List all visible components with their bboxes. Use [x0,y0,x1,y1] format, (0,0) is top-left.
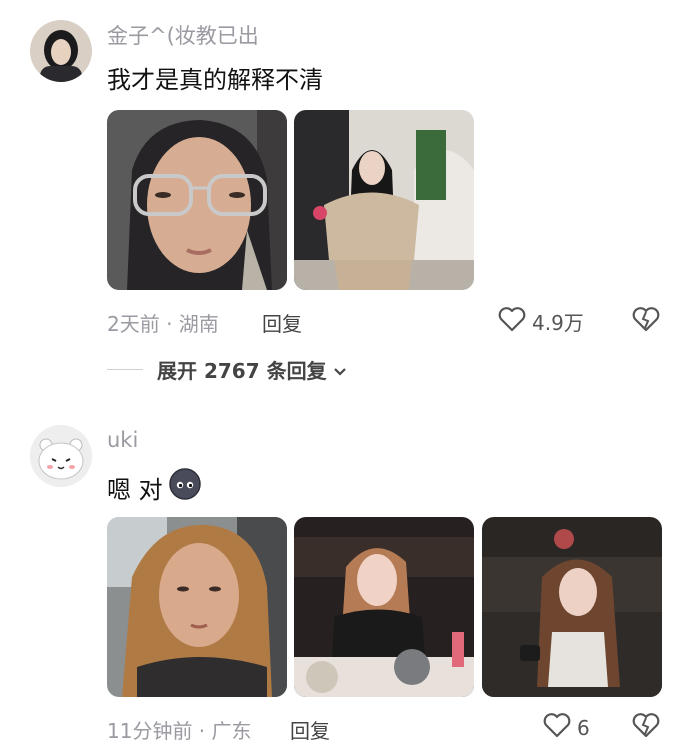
username[interactable]: uki [107,428,138,452]
emoji-icon [168,468,201,506]
broken-heart-icon [632,307,660,336]
comment-text-value: 嗯 对 [107,475,163,504]
comment-text: 嗯 对 [107,468,201,506]
dislike-button[interactable] [632,712,660,742]
reply-button[interactable]: 回复 [290,715,330,744]
comment-meta: 2天前 · 湖南 [107,312,219,336]
username[interactable]: 金子^(妆教已出 [107,20,259,50]
like-button[interactable]: 6 [543,712,590,743]
comment-text: 我才是真的解释不清 [107,66,323,94]
comment-photo-5[interactable] [482,517,662,697]
comment-photo-1[interactable] [107,110,287,290]
expand-replies-label: 展开 2767 条回复 [157,359,327,383]
heart-outline-icon [543,712,571,743]
like-count: 6 [577,715,590,740]
like-count: 4.9万 [532,311,584,335]
chevron-down-icon [333,358,347,382]
avatar-user-2[interactable] [30,425,92,487]
heart-outline-icon [498,306,526,337]
like-button[interactable]: 4.9万 [498,306,584,337]
reply-button[interactable]: 回复 [262,308,302,337]
dislike-button[interactable] [632,306,660,336]
comment-photo-4[interactable] [294,517,474,697]
comment-meta: 11分钟前 · 广东 [107,719,252,743]
avatar-user-1[interactable] [30,20,92,82]
expand-replies-button[interactable]: 展开 2767 条回复 [107,355,347,384]
broken-heart-icon [632,713,660,742]
comment-photo-2[interactable] [294,110,474,290]
divider-line [107,369,143,370]
comment-photo-3[interactable] [107,517,287,697]
